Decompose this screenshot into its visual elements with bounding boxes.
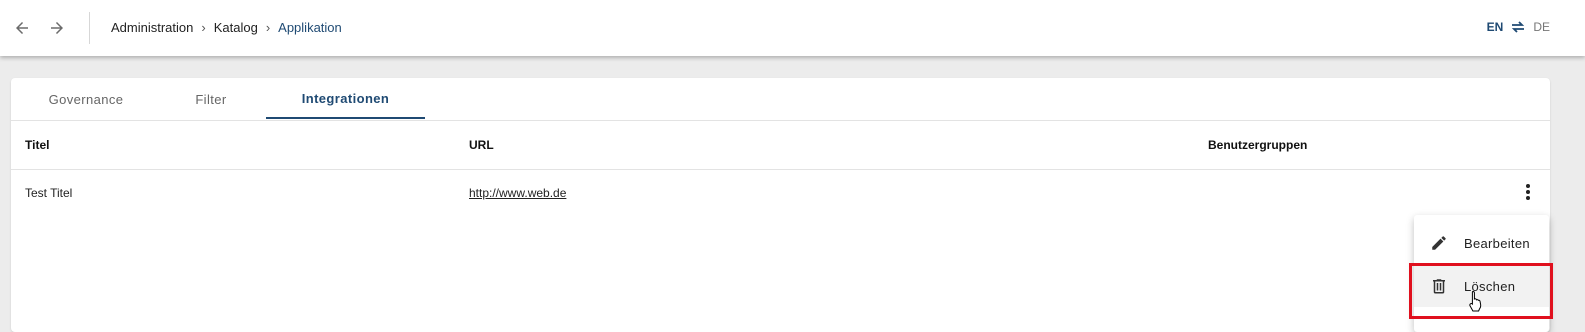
content-card: Governance Filter Integrationen Titel UR… bbox=[11, 78, 1550, 332]
language-other[interactable]: DE bbox=[1533, 20, 1550, 34]
tab-integrationen[interactable]: Integrationen bbox=[266, 78, 425, 119]
menu-item-label: Bearbeiten bbox=[1464, 235, 1530, 251]
hand-pointer-cursor-icon bbox=[1468, 290, 1484, 317]
back-arrow-icon[interactable] bbox=[8, 14, 36, 42]
tab-governance[interactable]: Governance bbox=[31, 78, 141, 120]
breadcrumb-separator: › bbox=[265, 20, 271, 35]
more-options-icon[interactable] bbox=[1518, 182, 1538, 202]
breadcrumb-item-applikation: Applikation bbox=[278, 20, 342, 35]
column-header-titel[interactable]: Titel bbox=[25, 138, 49, 152]
breadcrumb-item-administration[interactable]: Administration bbox=[111, 20, 193, 35]
forward-arrow-icon[interactable] bbox=[43, 14, 71, 42]
breadcrumb-item-katalog[interactable]: Katalog bbox=[214, 20, 258, 35]
menu-item-bearbeiten[interactable]: Bearbeiten bbox=[1414, 222, 1549, 264]
cell-titel: Test Titel bbox=[25, 186, 73, 200]
language-current[interactable]: EN bbox=[1487, 20, 1504, 34]
cell-url-link[interactable]: http://www.web.de bbox=[469, 186, 566, 200]
toolbar-divider bbox=[89, 12, 90, 44]
trash-icon bbox=[1433, 279, 1445, 294]
top-bar: Administration › Katalog › Applikation E… bbox=[0, 0, 1585, 56]
table-header: Titel URL Benutzergruppen bbox=[11, 121, 1550, 170]
tab-bar: Governance Filter Integrationen bbox=[11, 78, 1550, 121]
breadcrumb: Administration › Katalog › Applikation bbox=[111, 20, 342, 35]
table-row: Test Titel http://www.web.de bbox=[11, 170, 1550, 216]
pencil-icon bbox=[1432, 236, 1446, 250]
column-header-benutzergruppen[interactable]: Benutzergruppen bbox=[1208, 138, 1307, 152]
language-switcher: EN DE bbox=[1487, 20, 1550, 34]
breadcrumb-separator: › bbox=[201, 20, 206, 35]
tab-filter[interactable]: Filter bbox=[161, 78, 261, 120]
swap-arrows-icon[interactable] bbox=[1511, 21, 1525, 33]
column-header-url[interactable]: URL bbox=[469, 138, 494, 152]
